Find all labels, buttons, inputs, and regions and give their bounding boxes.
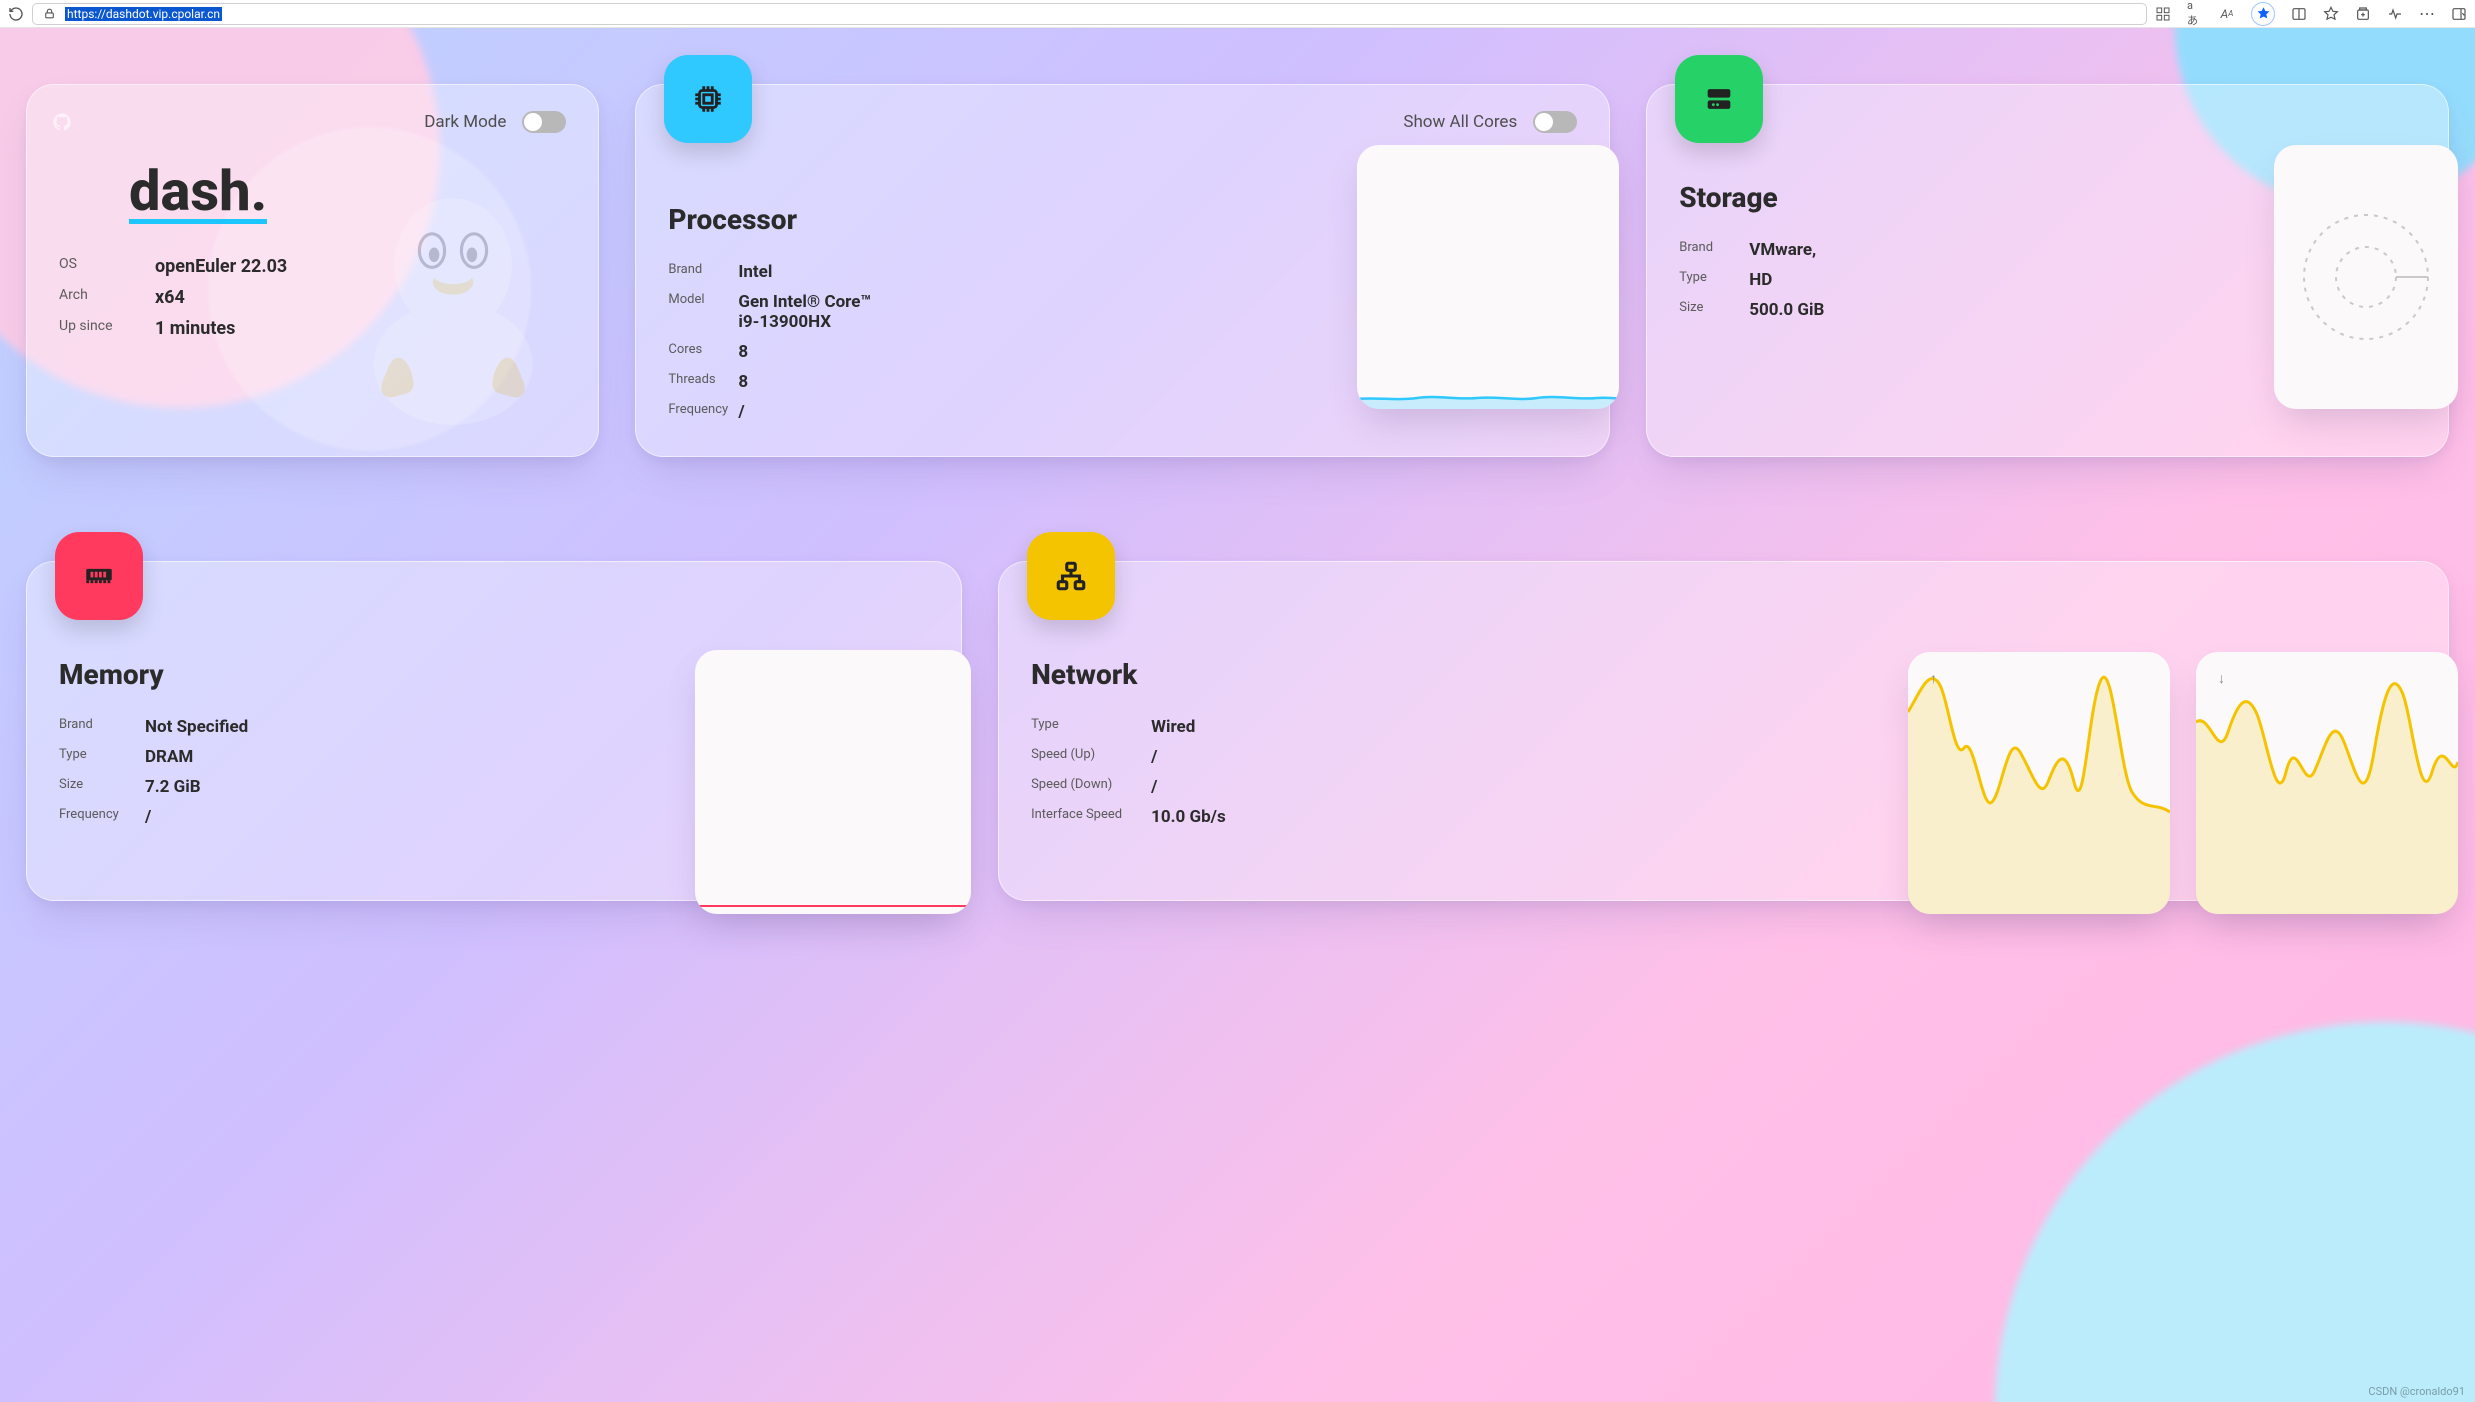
extensions-icon[interactable] [2155,6,2171,22]
storage-icon [1675,55,1763,143]
memory-chart [695,650,971,914]
split-icon[interactable] [2291,6,2307,22]
performance-icon[interactable] [2387,6,2403,22]
arch-label: Arch [59,287,155,308]
page: Dark Mode dash. OS openEuler 22.03 Arch … [0,28,2475,1402]
card-network: Network Type Wired Speed (Up) / Speed (D… [998,561,2449,901]
bg-blob-cyan [1995,1022,2475,1402]
storage-chart [2274,145,2458,409]
url-text: https://dashdot.vip.cpolar.cn [65,7,222,21]
os-value: openEuler 22.03 [155,256,566,277]
collections-icon[interactable] [2355,6,2371,22]
browser-right-icons: aあ AA ⋯ [2155,2,2467,26]
sidebar-icon[interactable] [2451,6,2467,22]
os-label: OS [59,256,155,277]
card-os: Dark Mode dash. OS openEuler 22.03 Arch … [26,84,599,457]
arrow-up-icon: ↑ [1930,670,1937,687]
favorites-list-icon[interactable] [2323,6,2339,22]
store-brand-label: Brand [1679,240,1749,260]
store-type-label: Type [1679,270,1749,290]
proc-brand-label: Brand [668,262,738,282]
browser-bar: https://dashdot.vip.cpolar.cn aあ AA ⋯ [0,0,2475,28]
memory-icon [55,532,143,620]
mem-type-label: Type [59,747,145,767]
arch-value: x64 [155,287,566,308]
processor-chart [1357,145,1619,409]
app-title: dash. [129,163,267,224]
text-size-icon[interactable]: AA [2219,6,2235,22]
card-storage: Storage Brand VMware, Type HD Size 500.0… [1646,84,2449,457]
row-1: Dark Mode dash. OS openEuler 22.03 Arch … [0,28,2475,457]
store-size-label: Size [1679,300,1749,320]
mem-size-label: Size [59,777,145,797]
arrow-down-icon: ↓ [2218,670,2225,687]
up-value: 1 minutes [155,318,566,339]
proc-model-label: Model [668,292,738,332]
proc-cores-label: Cores [668,342,738,362]
lock-icon [41,6,57,22]
show-cores-label: Show All Cores [1403,112,1517,132]
favorite-icon[interactable] [2251,2,2275,26]
github-icon[interactable] [53,113,71,135]
translate-icon[interactable]: aあ [2187,6,2203,22]
card-processor: Show All Cores Processor Brand Intel Mod… [635,84,1610,457]
net-iface-label: Interface Speed [1031,807,1151,827]
network-up-chart: ↑ [1908,652,2170,914]
address-bar[interactable]: https://dashdot.vip.cpolar.cn [32,3,2147,25]
network-down-chart: ↓ [2196,652,2458,914]
net-down-label: Speed (Down) [1031,777,1151,797]
watermark: CSDN @cronaldo91 [2368,1385,2465,1398]
mem-brand-label: Brand [59,717,145,737]
card-memory: Memory Brand Not Specified Type DRAM Siz… [26,561,962,901]
dark-mode-label: Dark Mode [424,112,506,132]
reload-icon[interactable] [8,6,24,22]
mem-freq-label: Frequency [59,807,145,827]
dark-mode-toggle[interactable] [522,111,566,133]
row-2: Memory Brand Not Specified Type DRAM Siz… [0,505,2475,901]
up-label: Up since [59,318,155,339]
show-cores-toggle[interactable] [1533,111,1577,133]
more-icon[interactable]: ⋯ [2419,6,2435,22]
net-type-label: Type [1031,717,1151,737]
proc-model-value: Gen Intel® Core™ i9-13900HX [738,292,888,332]
network-icon [1027,532,1115,620]
net-up-label: Speed (Up) [1031,747,1151,767]
proc-threads-label: Threads [668,372,738,392]
proc-freq-label: Frequency [668,402,738,422]
cpu-icon [664,55,752,143]
